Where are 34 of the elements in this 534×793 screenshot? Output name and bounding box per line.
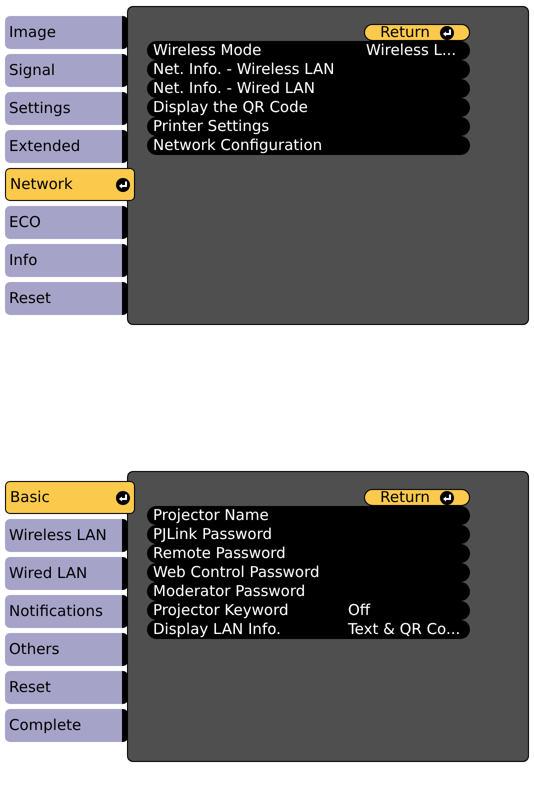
menu-tab[interactable]: Info bbox=[5, 244, 128, 277]
menu-tab[interactable]: Others bbox=[5, 633, 128, 666]
enter-icon bbox=[116, 178, 130, 192]
menu-tab[interactable]: Image bbox=[5, 16, 128, 49]
menu-row[interactable]: Projector Name bbox=[147, 506, 470, 525]
menu-row[interactable]: PJLink Password bbox=[147, 525, 470, 544]
menu-row[interactable]: Projector Keyword Off bbox=[147, 601, 470, 620]
menu-row[interactable]: Wireless Mode Wireless L... bbox=[147, 41, 470, 60]
menu-tab[interactable]: Basic bbox=[5, 481, 135, 514]
enter-icon bbox=[116, 490, 130, 504]
menu-tab[interactable]: Settings bbox=[5, 92, 128, 125]
return-button[interactable]: Return bbox=[364, 489, 470, 506]
menu-row[interactable]: Display LAN Info. Text & QR Co... bbox=[147, 620, 470, 639]
menu-tab[interactable]: ECO bbox=[5, 206, 128, 239]
enter-icon bbox=[440, 26, 454, 40]
menu-row[interactable]: Moderator Password bbox=[147, 582, 470, 601]
menu-tab[interactable]: Complete bbox=[5, 709, 128, 742]
menu-row[interactable]: Net. Info. - Wired LAN bbox=[147, 79, 470, 98]
menu-row[interactable]: Net. Info. - Wireless LAN bbox=[147, 60, 470, 79]
menu-row[interactable]: Remote Password bbox=[147, 544, 470, 563]
menu-row[interactable]: Network Configuration bbox=[147, 136, 470, 155]
menu-row[interactable]: Display the QR Code bbox=[147, 98, 470, 117]
enter-icon bbox=[440, 490, 454, 504]
menu-tab[interactable]: Reset bbox=[5, 282, 128, 315]
menu-row[interactable]: Printer Settings bbox=[147, 117, 470, 136]
menu-tab[interactable]: Network bbox=[5, 168, 135, 201]
menu-tab[interactable]: Extended bbox=[5, 130, 128, 163]
menu-tab[interactable]: Reset bbox=[5, 671, 128, 704]
menu-tab[interactable]: Wireless LAN bbox=[5, 519, 128, 552]
menu-tab[interactable]: Notifications bbox=[5, 595, 128, 628]
return-button[interactable]: Return bbox=[364, 24, 470, 41]
menu-row[interactable]: Web Control Password bbox=[147, 563, 470, 582]
menu-tab[interactable]: Signal bbox=[5, 54, 128, 87]
menu-tab[interactable]: Wired LAN bbox=[5, 557, 128, 590]
